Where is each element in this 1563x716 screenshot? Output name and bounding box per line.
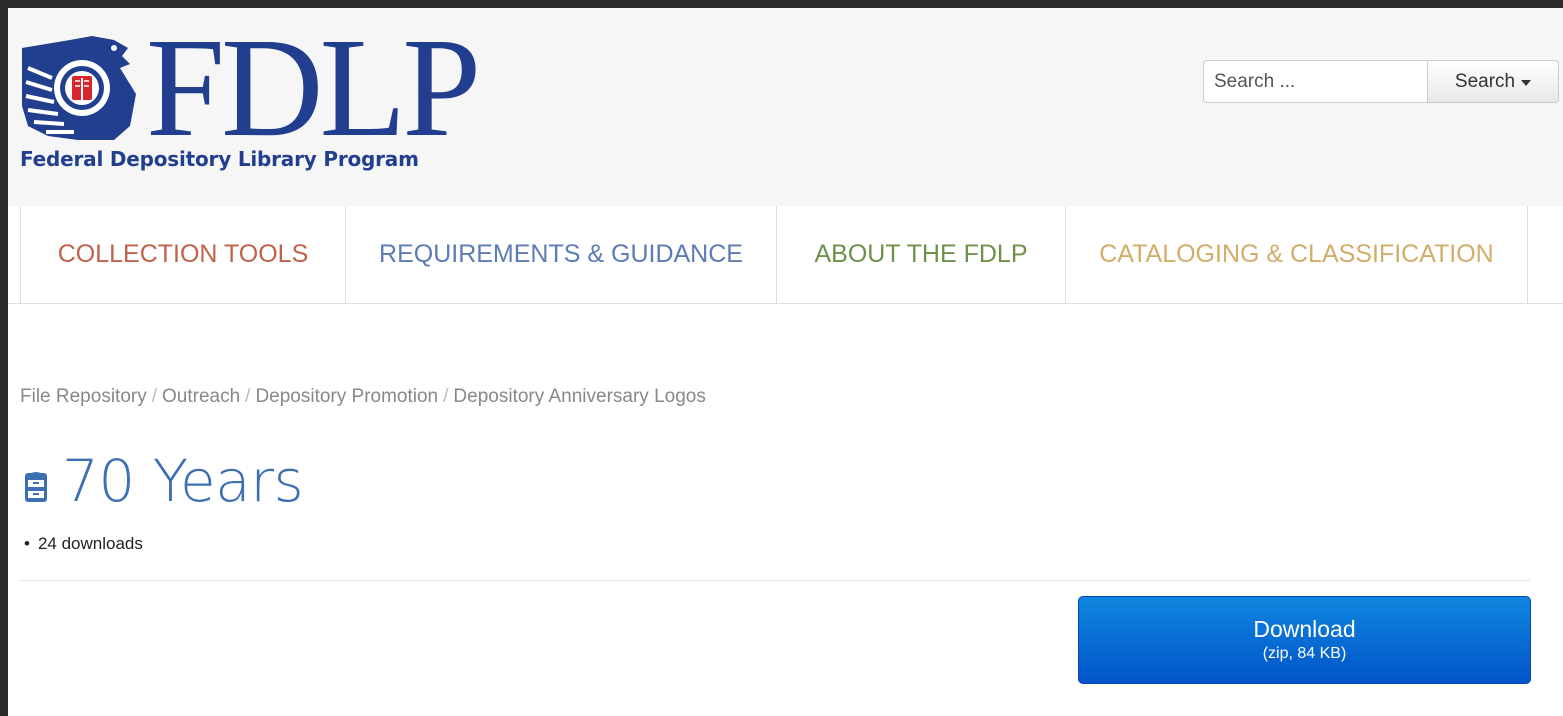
download-file-info: (zip, 84 KB) [1262, 645, 1347, 662]
logo-wordmark: FDLP [146, 8, 481, 166]
nav-collection-tools[interactable]: COLLECTION TOOLS [20, 206, 345, 303]
title-row: 70 Years [24, 446, 304, 516]
breadcrumb-outreach[interactable]: Outreach [162, 386, 240, 407]
breadcrumb-file-repository[interactable]: File Repository [20, 386, 147, 407]
file-cabinet-icon [25, 472, 47, 502]
download-count-text: 24 downloads [37, 534, 143, 553]
bullet-icon: • [24, 534, 30, 553]
search-button-label: Search [1454, 70, 1516, 92]
page-title: 70 Years [62, 447, 304, 515]
breadcrumb-separator: / [245, 386, 251, 407]
eagle-emblem-icon [22, 36, 136, 140]
breadcrumb-separator: / [151, 386, 157, 407]
search-form: Search [1203, 60, 1559, 105]
logo-subtitle: Federal Depository Library Program [20, 147, 419, 171]
download-label: Download [1253, 616, 1356, 642]
main-nav: COLLECTION TOOLS REQUIREMENTS & GUIDANCE… [8, 206, 1563, 304]
breadcrumb-separator: / [443, 386, 449, 407]
page: FDLP Federal Depository Library Program … [8, 8, 1563, 716]
caret-down-icon [1521, 79, 1532, 86]
search-input[interactable] [1203, 60, 1427, 103]
nav-divider [1527, 206, 1528, 303]
fdlp-logo[interactable]: FDLP Federal Depository Library Program [18, 16, 481, 184]
search-button[interactable]: Search [1427, 60, 1559, 103]
nav-requirements-guidance[interactable]: REQUIREMENTS & GUIDANCE [345, 206, 776, 303]
download-button[interactable]: Download (zip, 84 KB) [1078, 596, 1531, 684]
breadcrumb-anniversary-logos[interactable]: Depository Anniversary Logos [453, 386, 705, 407]
breadcrumb-depository-promotion[interactable]: Depository Promotion [255, 386, 438, 407]
nav-about-fdlp[interactable]: ABOUT THE FDLP [776, 206, 1065, 303]
download-count: • 24 downloads [24, 534, 143, 554]
site-header: FDLP Federal Depository Library Program … [8, 8, 1563, 207]
content-divider [20, 580, 1530, 581]
nav-cataloging-classification[interactable]: CATALOGING & CLASSIFICATION [1065, 206, 1527, 303]
breadcrumb: File Repository / Outreach / Depository Prom… [20, 386, 706, 408]
